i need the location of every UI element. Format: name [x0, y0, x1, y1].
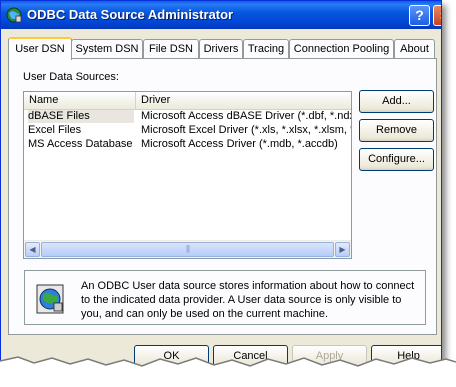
tab-tracing[interactable]: Tracing	[243, 39, 289, 58]
dsn-driver: Microsoft Access Driver (*.mdb, *.accdb)	[141, 138, 338, 150]
dsn-name: MS Access Database	[28, 138, 133, 150]
remove-button[interactable]: Remove	[359, 119, 434, 142]
title-close-button[interactable]: ×	[433, 5, 441, 26]
window-title: ODBC Data Source Administrator	[27, 7, 234, 22]
add-button[interactable]: Add...	[359, 90, 434, 113]
info-description: An ODBC User data source stores informat…	[81, 280, 415, 320]
column-header-driver[interactable]: Driver	[136, 92, 351, 109]
title-bar[interactable]: ODBC Data Source Administrator ? ×	[1, 1, 441, 29]
title-help-button[interactable]: ?	[409, 5, 430, 26]
list-item[interactable]: MS Access Database Microsoft Access Driv…	[24, 138, 351, 151]
data-sources-list[interactable]: Name Driver dBASE Files Microsoft Access…	[23, 91, 352, 259]
dsn-driver: Microsoft Excel Driver (*.xls, *.xlsx, *…	[141, 124, 351, 136]
tab-about[interactable]: About	[394, 39, 435, 58]
list-item[interactable]: dBASE Files Microsoft Access dBASE Drive…	[24, 110, 351, 123]
tab-drivers[interactable]: Drivers	[199, 39, 243, 58]
dialog-window: ODBC Data Source Administrator ? × User …	[0, 0, 442, 370]
list-item[interactable]: Excel Files Microsoft Excel Driver (*.xl…	[24, 124, 351, 137]
column-header-name[interactable]: Name	[24, 92, 136, 109]
user-data-sources-label: User Data Sources:	[23, 71, 119, 83]
tab-system-dsn[interactable]: System DSN	[71, 39, 143, 58]
list-header: Name Driver	[24, 92, 351, 110]
tab-user-dsn[interactable]: User DSN	[8, 37, 72, 60]
scrollbar-thumb[interactable]: |||	[41, 242, 334, 257]
tab-strip: User DSN System DSN File DSN Drivers Tra…	[8, 37, 438, 60]
dsn-driver: Microsoft Access dBASE Driver (*.dbf, *.…	[141, 110, 351, 122]
user-dsn-panel: User Data Sources: Name Driver dBASE Fil…	[8, 58, 437, 335]
dsn-name: Excel Files	[28, 124, 82, 136]
tab-file-dsn[interactable]: File DSN	[143, 39, 199, 58]
torn-edge-effect	[0, 356, 456, 387]
tab-connection-pooling[interactable]: Connection Pooling	[289, 39, 394, 58]
scroll-right-button[interactable]: ▶	[335, 242, 350, 257]
horizontal-scrollbar[interactable]: ◀ ||| ▶	[24, 240, 351, 258]
configure-button[interactable]: Configure...	[359, 148, 434, 171]
dsn-name: dBASE Files	[28, 110, 134, 123]
info-box: An ODBC User data source stores informat…	[24, 270, 426, 325]
scroll-left-button[interactable]: ◀	[25, 242, 40, 257]
odbc-app-icon	[6, 7, 22, 23]
globe-computer-icon	[36, 284, 64, 314]
